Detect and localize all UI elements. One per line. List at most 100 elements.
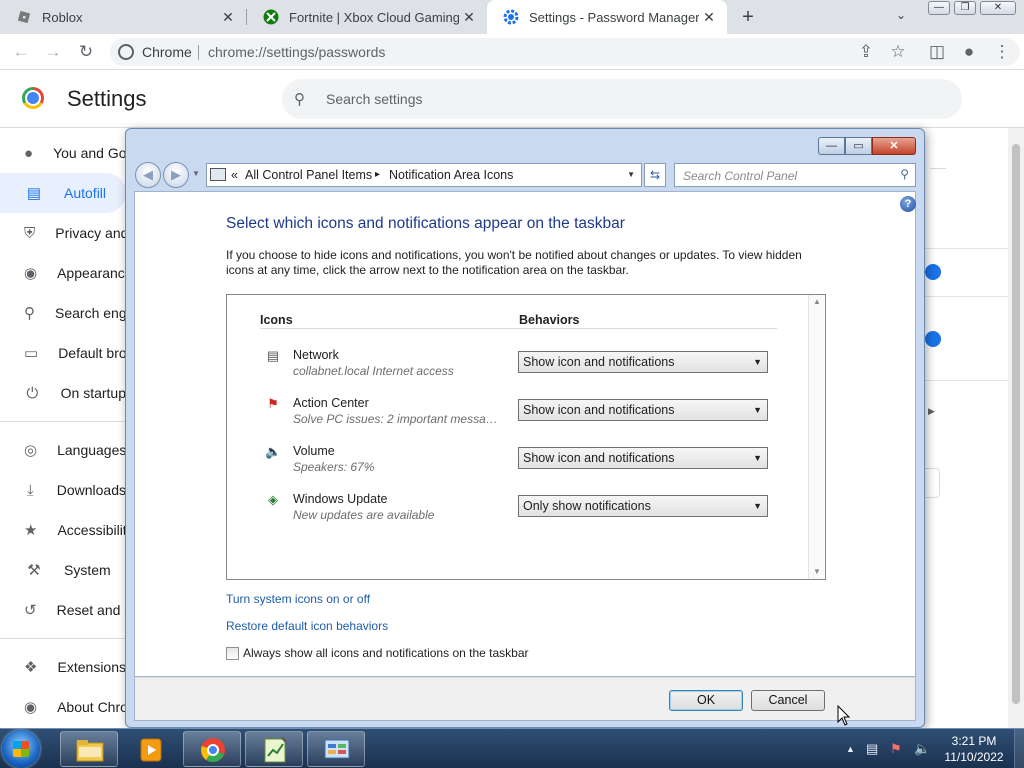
- omnibox-url[interactable]: chrome://settings/passwords: [208, 44, 385, 60]
- toggle-switch[interactable]: [925, 331, 941, 347]
- recent-pages-chevron-icon[interactable]: ▼: [192, 169, 200, 178]
- forward-button[interactable]: →: [42, 41, 64, 63]
- control-panel-search-input[interactable]: Search Control Panel ⚲: [674, 163, 916, 187]
- tab-close-icon[interactable]: ✕: [220, 9, 236, 25]
- taskbar-explorer[interactable]: [60, 731, 118, 767]
- volume-icon[interactable]: 🔈: [914, 741, 930, 757]
- sidebar-item-search-engine[interactable]: ⚲ Search engine: [0, 293, 145, 333]
- show-hidden-icons-arrow-icon[interactable]: ▲: [846, 744, 855, 754]
- notepad-chart-icon: [264, 737, 287, 763]
- taskbar-chrome[interactable]: [183, 731, 241, 767]
- sidebar-item-languages[interactable]: ◎ Languages: [0, 430, 126, 470]
- clock[interactable]: 3:21 PM 11/10/2022: [938, 733, 1010, 765]
- behavior-dropdown[interactable]: Only show notifications ▼: [518, 495, 768, 517]
- sidebar-item-system[interactable]: ⚒ System: [0, 550, 126, 590]
- network-icon[interactable]: ▤: [866, 741, 878, 757]
- always-show-checkbox[interactable]: [226, 646, 239, 660]
- tab-close-icon[interactable]: ✕: [461, 9, 477, 25]
- chrome-page-icon: [118, 44, 134, 60]
- behavior-dropdown[interactable]: Show icon and notifications ▼: [518, 351, 768, 373]
- breadcrumb-all-control-panel-items[interactable]: All Control Panel Items: [245, 168, 372, 182]
- new-tab-button[interactable]: +: [738, 7, 758, 27]
- tab-xbox-cloud-gaming[interactable]: Fortnite | Xbox Cloud Gaming (Be ✕: [247, 0, 487, 34]
- list-item-volume: 🔈 Volume Speakers: 67% Show icon and not…: [265, 442, 795, 478]
- show-desktop-button[interactable]: [1014, 729, 1024, 768]
- behavior-dropdown[interactable]: Show icon and notifications ▼: [518, 399, 768, 421]
- tab-search-chevron-down-icon[interactable]: ⌄: [896, 8, 906, 22]
- restore-default-behaviors-link[interactable]: Restore default icon behaviors: [226, 619, 388, 633]
- forward-arrow-icon[interactable]: ▶: [163, 162, 189, 188]
- action-center-icon[interactable]: ⚑: [890, 741, 902, 757]
- taskbar-media-player[interactable]: [121, 731, 179, 767]
- tab-title: Settings - Password Manager: [529, 9, 699, 25]
- window-maximize-button[interactable]: ▭: [845, 137, 872, 155]
- selected-behavior: Show icon and notifications: [523, 355, 675, 369]
- search-icon: ⚲: [24, 305, 35, 322]
- window-restore-button[interactable]: ❐: [954, 1, 976, 15]
- roblox-favicon-icon: [16, 9, 32, 25]
- sidebar-item-autofill[interactable]: ▤ Autofill: [0, 173, 126, 213]
- media-player-icon: [140, 738, 162, 762]
- start-button[interactable]: [2, 730, 40, 768]
- always-show-checkbox-row[interactable]: Always show all icons and notifications …: [226, 646, 529, 660]
- behavior-dropdown[interactable]: Show icon and notifications ▼: [518, 447, 768, 469]
- turn-system-icons-link[interactable]: Turn system icons on or off: [226, 592, 370, 606]
- ok-button[interactable]: OK: [669, 690, 743, 711]
- page-scrollbar[interactable]: [1008, 128, 1024, 728]
- taskbar-task-app[interactable]: [245, 731, 303, 767]
- tab-close-icon[interactable]: ✕: [701, 9, 717, 25]
- chrome-menu-icon[interactable]: ⋮: [991, 41, 1013, 63]
- taskbar-control-panel[interactable]: [307, 731, 365, 767]
- window-minimize-button[interactable]: —: [818, 137, 845, 155]
- address-dropdown-icon[interactable]: ▼: [627, 170, 635, 179]
- item-description: Speakers: 67%: [293, 460, 375, 474]
- bookmark-star-icon[interactable]: ☆: [887, 41, 909, 63]
- back-arrow-icon[interactable]: ◀: [135, 162, 161, 188]
- sidebar-item-about-chrome[interactable]: ◉ About Chrome: [0, 687, 147, 727]
- refresh-icon[interactable]: ⇆: [644, 163, 666, 187]
- reload-button[interactable]: ↻: [75, 41, 97, 63]
- share-icon[interactable]: ⇪: [855, 41, 877, 63]
- breadcrumb-notification-area-icons[interactable]: Notification Area Icons: [389, 168, 513, 182]
- help-icon[interactable]: ?: [900, 196, 916, 212]
- cancel-button[interactable]: Cancel: [751, 690, 825, 711]
- tab-roblox[interactable]: Roblox ✕: [0, 0, 246, 34]
- chevron-right-icon[interactable]: ▶: [928, 406, 935, 417]
- mouse-cursor-icon: [837, 705, 851, 726]
- window-close-button[interactable]: ✕: [872, 137, 916, 155]
- breadcrumb-overflow[interactable]: «: [231, 168, 238, 182]
- tab-settings-password-manager[interactable]: Settings - Password Manager ✕: [487, 0, 727, 34]
- sidebar-item-extensions[interactable]: ❖ Extensions: [0, 647, 126, 687]
- sidebar-item-appearance[interactable]: ◉ Appearance: [0, 253, 133, 293]
- sidebar-item-downloads[interactable]: ⤓ Downloads: [0, 470, 126, 510]
- sidebar-item-label: Extensions: [57, 659, 126, 675]
- sidebar-item-reset[interactable]: ↺ Reset and clean up: [0, 590, 177, 630]
- sidebar-item-you-and-google[interactable]: ● You and Google: [0, 133, 153, 173]
- window-minimize-button[interactable]: —: [928, 1, 950, 15]
- network-icon: ▤: [266, 348, 280, 363]
- window-close-button[interactable]: ✕: [980, 1, 1016, 15]
- sidebar-item-privacy[interactable]: ⛨ Privacy and security: [0, 213, 181, 253]
- scrollbar-thumb[interactable]: [1012, 144, 1020, 704]
- tab-title: Fortnite | Xbox Cloud Gaming (Be: [289, 9, 459, 25]
- breadcrumb-separator[interactable]: ▸: [375, 169, 380, 180]
- list-scrollbar[interactable]: ▲ ▼: [808, 295, 825, 579]
- taskbar: ▲ ▤ ⚑ 🔈 3:21 PM 11/10/2022: [0, 728, 1024, 768]
- profile-avatar-icon[interactable]: ●: [958, 41, 980, 63]
- scroll-up-icon[interactable]: ▲: [809, 295, 825, 309]
- omnibox[interactable]: Chrome chrome://settings/passwords: [110, 38, 1020, 66]
- settings-search-input[interactable]: ⚲ Search settings: [282, 79, 962, 119]
- window-controls: — ▭ ✕: [818, 137, 916, 155]
- sidebar-item-default-browser[interactable]: ▭ Default browser: [0, 333, 156, 373]
- search-icon: ⚲: [294, 91, 305, 108]
- sidebar-item-accessibility[interactable]: ★ Accessibility: [0, 510, 134, 550]
- item-name: Action Center: [293, 396, 369, 410]
- scroll-down-icon[interactable]: ▼: [809, 565, 825, 579]
- back-button[interactable]: ←: [10, 41, 32, 63]
- toggle-switch[interactable]: [925, 264, 941, 280]
- sidebar-item-on-startup[interactable]: ⏻ On startup: [0, 373, 126, 413]
- address-bar[interactable]: « All Control Panel Items ▸ Notification…: [206, 163, 642, 187]
- browser-icon: ▭: [24, 345, 39, 362]
- side-panel-icon[interactable]: ◫: [926, 41, 948, 63]
- input-field-edge[interactable]: [924, 468, 940, 498]
